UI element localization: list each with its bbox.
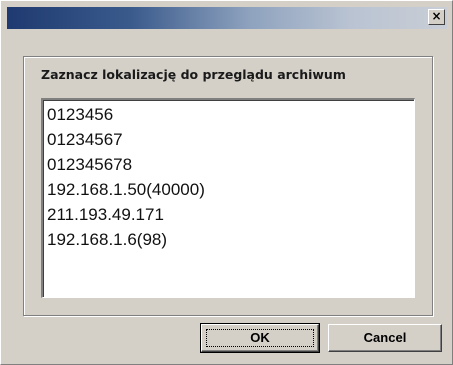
cancel-button-label: Cancel <box>363 330 407 345</box>
archive-location-dialog: × Zaznacz lokalizację do przeglądu archi… <box>0 0 453 365</box>
prompt-label: Zaznacz lokalizację do przeglądu archiwu… <box>41 67 346 82</box>
cancel-button[interactable]: Cancel <box>328 324 442 352</box>
list-item[interactable]: 192.168.1.50(40000) <box>47 177 414 202</box>
list-item[interactable]: 012345678 <box>47 152 414 177</box>
location-list: 0123456 01234567 012345678 192.168.1.50(… <box>43 100 414 252</box>
list-item[interactable]: 211.193.49.171 <box>47 202 414 227</box>
close-button[interactable]: × <box>428 9 445 25</box>
ok-button-label: OK <box>250 330 270 345</box>
location-listbox[interactable]: 0123456 01234567 012345678 192.168.1.50(… <box>41 98 415 298</box>
list-item[interactable]: 0123456 <box>47 102 414 127</box>
list-item[interactable]: 192.168.1.6(98) <box>47 227 414 252</box>
close-icon: × <box>431 9 442 23</box>
ok-button[interactable]: OK <box>200 323 320 353</box>
list-item[interactable]: 01234567 <box>47 127 414 152</box>
title-bar[interactable]: × <box>7 7 447 29</box>
